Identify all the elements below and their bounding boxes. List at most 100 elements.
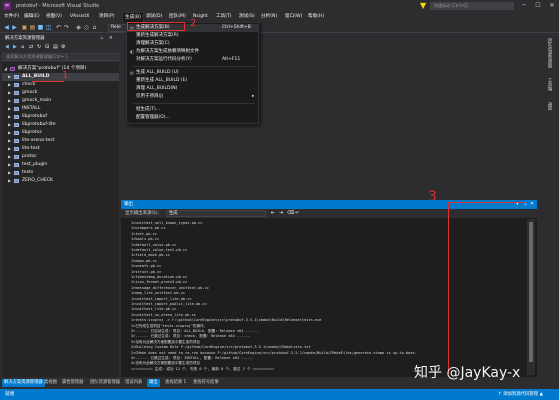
tree-item-libprotobuf[interactable]: ▶ libprotobuf: [2, 113, 119, 121]
back-icon[interactable]: ◀: [3, 24, 10, 31]
tree-item-zero-check[interactable]: ▶ ZERO_CHECK: [2, 177, 119, 185]
filter-icon[interactable]: ▼: [420, 1, 426, 10]
minimize-button[interactable]: ─: [517, 0, 531, 12]
tab-error-list[interactable]: 错误列表: [125, 379, 142, 387]
tree-item-lite-test[interactable]: ▶ lite-test: [2, 145, 119, 153]
tree-item-tests[interactable]: ▶ tests: [2, 169, 119, 177]
save-icon[interactable]: ■: [37, 24, 44, 31]
close-panel-icon[interactable]: ✕: [109, 34, 113, 43]
se-show-all-icon[interactable]: ▤: [53, 44, 58, 50]
se-refresh-icon[interactable]: ↻: [37, 44, 41, 50]
expand-arrow-icon[interactable]: ▶: [8, 161, 11, 169]
expand-arrow-icon[interactable]: ▶: [8, 145, 11, 153]
menu-project[interactable]: 项目(P): [97, 12, 117, 22]
source-control-button[interactable]: ↑ 添加到源代码管理 ▲: [498, 389, 543, 400]
menu-help[interactable]: 帮助(H): [306, 12, 326, 22]
menu-team[interactable]: 团队(M): [167, 12, 188, 22]
solution-root[interactable]: ◢ 解决方案"protobuf" (14 个项目): [2, 65, 119, 73]
tree-item-test-plugin[interactable]: ▶ test_plugin: [2, 161, 119, 169]
clear-all-icon[interactable]: ⌫: [287, 210, 294, 216]
menu-rebuild-solution[interactable]: 重新生成解决方案(R): [127, 32, 258, 40]
redo-icon[interactable]: ↷: [63, 24, 70, 31]
tab-solution-explorer[interactable]: 解决方案资源管理器: [2, 379, 45, 387]
se-home-icon[interactable]: ⌂: [21, 44, 24, 50]
expand-arrow-icon[interactable]: ▶: [8, 121, 11, 129]
pin-icon[interactable]: ⊥: [100, 34, 104, 43]
menu-file[interactable]: 文件(F): [2, 12, 21, 22]
tree-item-libprotobuf-lite[interactable]: ▶ libprotobuf-lite: [2, 121, 119, 129]
vassist-icon-c[interactable]: ⌂: [91, 24, 98, 31]
se-properties-icon[interactable]: ⚙: [61, 44, 65, 50]
open-file-icon[interactable]: ▤: [29, 24, 36, 31]
rail-notifications[interactable]: 通知: [546, 102, 552, 111]
menu-rebuild-all-build[interactable]: 重新生成 ALL_BUILD (E): [127, 77, 258, 85]
save-all-icon[interactable]: ◫: [45, 24, 52, 31]
menu-generate-dependency-map[interactable]: ◧ 为解决方案生成依赖项映射文件: [127, 48, 258, 56]
tree-item-protoc[interactable]: ▶ protoc: [2, 153, 119, 161]
expand-arrow-icon[interactable]: ▶: [8, 105, 11, 113]
tab-find-results[interactable]: 查找结果 1: [165, 379, 186, 387]
menu-build[interactable]: 生成(B): [122, 12, 144, 22]
expand-arrow-icon[interactable]: ▶: [8, 129, 11, 137]
expand-arrow-icon[interactable]: ▶: [8, 177, 11, 185]
undo-icon[interactable]: ↶: [55, 24, 62, 31]
se-sync-icon[interactable]: ⇄: [29, 44, 33, 50]
menu-project-only[interactable]: 仅用于项目(J) ▸: [127, 93, 258, 101]
expand-arrow-icon[interactable]: ▶: [8, 97, 11, 105]
expand-arrow-icon[interactable]: ▶: [8, 113, 11, 121]
output-scroll-thumb[interactable]: [529, 222, 533, 362]
vassist-icon-b[interactable]: ◇: [83, 24, 90, 31]
close-button[interactable]: ✕: [545, 0, 559, 12]
se-collapse-icon[interactable]: ⊟: [45, 44, 49, 50]
collapse-arrow-icon[interactable]: ◢: [4, 65, 7, 73]
menu-clean-solution[interactable]: 清理解决方案(C): [127, 40, 258, 48]
rail-toolbox[interactable]: 工具箱: [546, 78, 552, 91]
goto-next-icon[interactable]: ⇥: [279, 210, 283, 216]
menu-run-code-analysis[interactable]: 对解决方案运行代码分析(Y) Alt+F11: [127, 56, 258, 64]
se-back-icon[interactable]: ◀: [5, 44, 9, 50]
new-project-icon[interactable]: ▣: [21, 24, 28, 31]
expand-arrow-icon[interactable]: ▶: [8, 137, 11, 145]
expand-arrow-icon[interactable]: ▶: [8, 169, 11, 177]
menu-clean-all-build[interactable]: 清理 ALL_BUILD(N): [127, 85, 258, 93]
tab-class-view[interactable]: 类视图: [44, 379, 57, 387]
goto-prev-icon[interactable]: ⇤: [271, 210, 275, 216]
tree-item-all-build[interactable]: ▶ ALL_BUILD: [2, 73, 119, 81]
menu-vassistx[interactable]: VAssistX: [68, 12, 91, 22]
tree-item-gmock[interactable]: ▶ gmock: [2, 89, 119, 97]
word-wrap-icon[interactable]: ↵: [295, 210, 299, 216]
vassist-icon-a[interactable]: ◈: [75, 24, 82, 31]
expand-arrow-icon[interactable]: ▶: [8, 81, 11, 89]
tree-item-lite-arena-test[interactable]: ▶ lite-arena-test: [2, 137, 119, 145]
tree-item-install[interactable]: ▶ INSTALL: [2, 105, 119, 113]
solution-search-input[interactable]: 搜索解决方案资源管理器(Ctrl+;): [2, 53, 119, 61]
tree-item-check[interactable]: ▶ check: [2, 81, 119, 89]
rail-team-explorer[interactable]: 团队资源管理器: [546, 38, 552, 68]
tab-property-manager[interactable]: 属性管理器: [62, 379, 83, 387]
output-text[interactable]: 1>unittest_well_known_types.pb.cc 1>wrapp…: [121, 219, 525, 375]
tree-item-libprotoc[interactable]: ▶ libprotoc: [2, 129, 119, 137]
expand-arrow-icon[interactable]: ▶: [8, 89, 11, 97]
tree-item-gmock-main[interactable]: ▶ gmock_main: [2, 97, 119, 105]
menu-build-all-build[interactable]: ▤ 生成 ALL_BUILD (U): [127, 69, 258, 77]
expand-arrow-icon[interactable]: ▶: [8, 153, 11, 161]
tab-find-symbol[interactable]: 查找符号结果: [193, 379, 219, 387]
forward-icon[interactable]: ▶: [11, 24, 18, 31]
quick-launch-input[interactable]: 快速启动 (Ctrl+Q): [430, 2, 514, 10]
output-close-icon[interactable]: ✕: [530, 201, 534, 208]
menu-analyze[interactable]: 分析(N): [259, 12, 279, 22]
menu-tools[interactable]: 工具(T): [214, 12, 234, 22]
menu-configuration-manager[interactable]: 配置管理器(O)...: [127, 114, 258, 122]
output-source-dropdown[interactable]: 生成: [166, 210, 266, 217]
tab-output[interactable]: 输出: [147, 379, 160, 387]
se-forward-icon[interactable]: ▶: [13, 44, 17, 50]
menu-test[interactable]: 测试(S): [237, 12, 257, 22]
menu-debug[interactable]: 调试(D): [144, 12, 164, 22]
menu-window[interactable]: 窗口(W): [283, 12, 304, 22]
menu-edit[interactable]: 编辑(E): [22, 12, 42, 22]
tab-team-explorer[interactable]: 团队资源管理器: [90, 379, 120, 387]
menu-batch-build[interactable]: 批生成(T)...: [127, 106, 258, 114]
menu-view[interactable]: 视图(V): [44, 12, 64, 22]
maximize-button[interactable]: ☐: [531, 0, 545, 12]
expand-arrow-icon[interactable]: ▶: [8, 73, 11, 81]
